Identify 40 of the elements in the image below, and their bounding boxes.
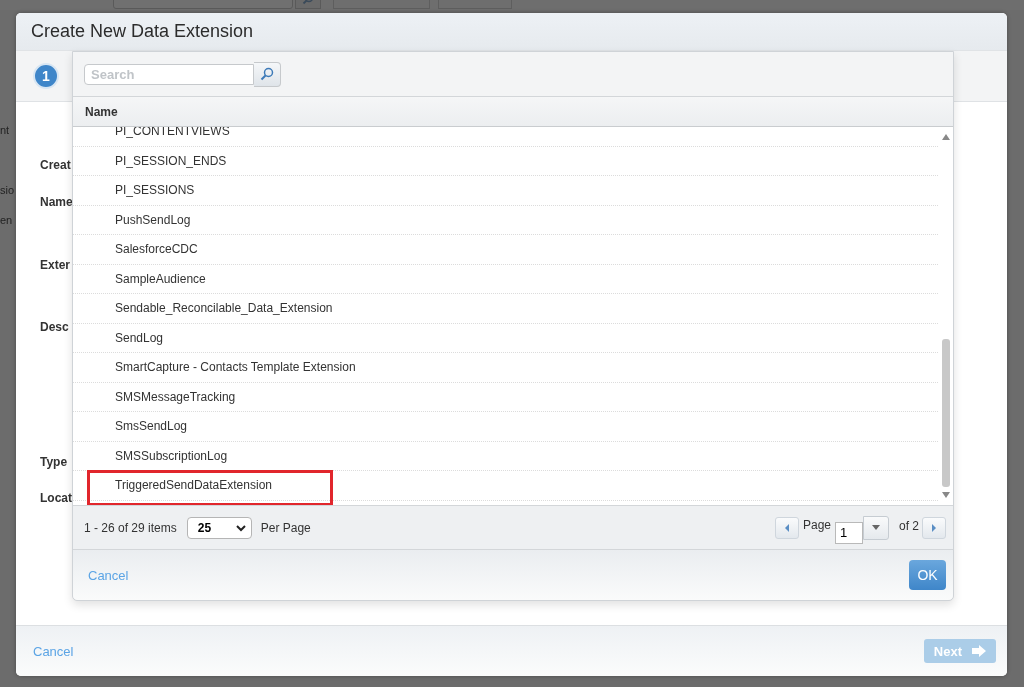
list-item[interactable]: SendLog — [115, 330, 164, 345]
list-item[interactable]: SmsSendLog — [115, 419, 188, 434]
step-number: 1 — [33, 63, 59, 89]
column-header[interactable]: Name — [85, 104, 118, 119]
page-total: of 2 — [899, 518, 919, 533]
page-field[interactable]: 1 — [835, 521, 863, 544]
list-item[interactable]: SMSSubscriptionLog — [115, 448, 228, 463]
chevron-down-icon — [235, 523, 246, 532]
next-page-button[interactable] — [922, 516, 946, 539]
page-label: Page — [802, 517, 831, 532]
field-label: Locat — [40, 491, 72, 505]
field-label: Name — [40, 195, 73, 209]
list-item[interactable]: PI_CONTENTVIEWS — [115, 127, 230, 139]
list-item[interactable]: SMSMessageTracking — [115, 389, 236, 404]
caret-right-icon — [931, 523, 937, 532]
field-label: Desc — [40, 320, 69, 334]
sidebar-text: en — [0, 214, 13, 226]
list-item[interactable]: Sendable_Reconcilable_Data_Extension — [115, 301, 333, 316]
list-item[interactable]: PI_SESSIONS — [115, 183, 195, 198]
field-label: Exter — [40, 258, 71, 272]
dialog-title: Create New Data Extension — [31, 21, 254, 42]
field-label: Creat — [40, 158, 71, 172]
caret-left-icon — [783, 523, 790, 532]
search-icon — [260, 67, 274, 81]
sidebar-text: nt — [0, 124, 10, 136]
arrow-right-icon — [972, 645, 986, 657]
per-page-label: Per Page — [260, 520, 311, 535]
page-dropdown-button[interactable] — [863, 515, 889, 540]
item-count: 1 - 26 of 29 items — [84, 520, 177, 535]
per-page-select[interactable]: 25 — [186, 516, 252, 539]
sidebar-text: sio — [0, 184, 15, 196]
caret-down-icon — [872, 525, 880, 530]
previous-page-button[interactable] — [774, 516, 799, 539]
field-label: Type — [40, 455, 68, 469]
list-item[interactable]: SalesforceCDC — [115, 242, 198, 257]
list-item[interactable]: PI_SESSION_ENDS — [115, 153, 227, 168]
list-item[interactable]: TriggeredSendDataExtension — [115, 478, 272, 493]
list-item[interactable]: PushSendLog — [115, 212, 191, 227]
list-item[interactable]: SampleAudience — [115, 271, 206, 286]
list-item[interactable]: SmartCapture - Contacts Template Extension — [115, 360, 356, 375]
